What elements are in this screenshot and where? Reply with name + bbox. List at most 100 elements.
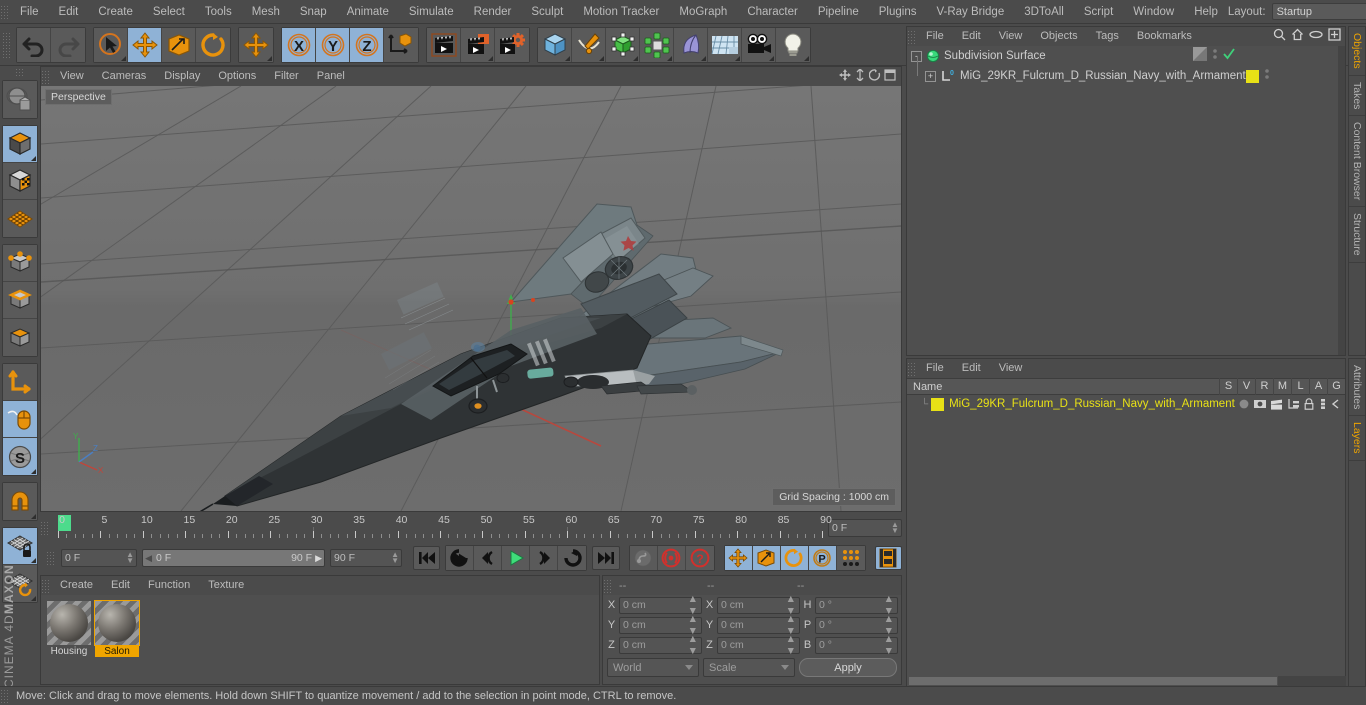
- timeline-grip[interactable]: [40, 520, 50, 535]
- menu-script[interactable]: Script: [1074, 0, 1123, 24]
- range-right-arrow-icon[interactable]: ▶: [315, 553, 322, 564]
- layer-rows[interactable]: └ MiG_29KR_Fulcrum_D_Russian_Navy_with_Ar…: [907, 395, 1345, 413]
- range-left-arrow-icon[interactable]: ◀: [145, 553, 152, 564]
- key-position-button[interactable]: [724, 546, 753, 570]
- side-tab-objects[interactable]: Objects: [1349, 27, 1365, 76]
- texture-mode-button[interactable]: [3, 163, 37, 200]
- view-icon[interactable]: [1253, 398, 1267, 410]
- viewport-menu-view[interactable]: View: [51, 67, 93, 86]
- animation-icon[interactable]: [1318, 398, 1328, 410]
- key-scale-button[interactable]: [752, 546, 781, 570]
- key-rotation-button[interactable]: [780, 546, 809, 570]
- loop-forward-button[interactable]: [558, 546, 587, 570]
- menu-tools[interactable]: Tools: [195, 0, 242, 24]
- model-mode-button[interactable]: [3, 126, 37, 163]
- add-array-button[interactable]: [640, 27, 674, 62]
- coordinate-field-size-x[interactable]: 0 cm ▲ ▼: [717, 593, 800, 617]
- left-toolbar-grip[interactable]: [15, 68, 25, 78]
- lock-z-axis-button[interactable]: Z: [350, 27, 384, 62]
- menu-sculpt[interactable]: Sculpt: [521, 0, 573, 24]
- add-environment-button[interactable]: [708, 27, 742, 62]
- viewport-menu-filter[interactable]: Filter: [265, 67, 307, 86]
- render-settings-button[interactable]: [495, 27, 529, 62]
- lock-y-axis-button[interactable]: Y: [316, 27, 350, 62]
- playbar-end-frame[interactable]: 90 F ▲ ▼: [330, 549, 403, 567]
- material-menu-texture[interactable]: Texture: [199, 576, 253, 595]
- object-menu-tags[interactable]: Tags: [1087, 27, 1128, 46]
- polygons-mode-button[interactable]: [3, 319, 37, 356]
- layer-menu-file[interactable]: File: [917, 359, 953, 378]
- apply-button[interactable]: Apply: [799, 658, 897, 677]
- key-point-level-button[interactable]: [836, 546, 865, 570]
- menu-help[interactable]: Help: [1184, 0, 1228, 24]
- autokeying-button[interactable]: ?: [685, 546, 714, 570]
- add-camera-button[interactable]: [742, 27, 776, 62]
- points-mode-button[interactable]: [3, 245, 37, 282]
- layer-column-r[interactable]: R: [1255, 378, 1273, 395]
- viewport-menu-options[interactable]: Options: [209, 67, 265, 86]
- add-generator-button[interactable]: [606, 27, 640, 62]
- object-menu-objects[interactable]: Objects: [1031, 27, 1086, 46]
- manager-icon[interactable]: [1287, 398, 1300, 410]
- layer-scrollbar-horizontal[interactable]: [908, 676, 1346, 686]
- layer-row[interactable]: └ MiG_29KR_Fulcrum_D_Russian_Navy_with_Ar…: [907, 395, 1345, 413]
- enabled-check-icon[interactable]: [1223, 47, 1235, 65]
- redo-button[interactable]: [51, 27, 85, 62]
- preview-range-slider[interactable]: ◀ 0 F 90 F ▶: [142, 549, 325, 567]
- solo-dot-icon[interactable]: [1238, 398, 1250, 410]
- menu-create[interactable]: Create: [88, 0, 143, 24]
- move-view-icon[interactable]: [839, 68, 851, 86]
- coordinate-field-position-y[interactable]: 0 cm ▲ ▼: [619, 613, 702, 637]
- layer-color-swatch[interactable]: [931, 397, 945, 411]
- render-region-button[interactable]: [461, 27, 495, 62]
- add-deformer-button[interactable]: [674, 27, 708, 62]
- generator-icon[interactable]: [1331, 398, 1341, 410]
- menu-select[interactable]: Select: [143, 0, 195, 24]
- side-tab-content-browser[interactable]: Content Browser: [1349, 116, 1365, 208]
- menu-v-ray-bridge[interactable]: V-Ray Bridge: [926, 0, 1014, 24]
- coordinate-field-size-y[interactable]: 0 cm ▲ ▼: [717, 613, 800, 637]
- add-light-button[interactable]: [776, 27, 810, 62]
- object-material-tag[interactable]: [1245, 69, 1259, 83]
- layer-column-m[interactable]: M: [1273, 378, 1291, 395]
- side-tab-structure[interactable]: Structure: [1349, 207, 1365, 263]
- menu-mograph[interactable]: MoGraph: [669, 0, 737, 24]
- world-object-coords-button[interactable]: [384, 27, 418, 62]
- lock-icon[interactable]: [1303, 398, 1315, 410]
- material-menu-function[interactable]: Function: [139, 576, 199, 595]
- plus-box-icon[interactable]: [1328, 27, 1341, 46]
- null-object-icon[interactable]: 0: [940, 69, 956, 83]
- playbar-grip[interactable]: [46, 551, 56, 565]
- material-grip[interactable]: [41, 578, 51, 593]
- object-display-tag[interactable]: [1193, 46, 1207, 66]
- object-menu-edit[interactable]: Edit: [953, 27, 990, 46]
- menu-motion-tracker[interactable]: Motion Tracker: [573, 0, 669, 24]
- viewport-grip[interactable]: [41, 69, 51, 84]
- layer-column-l[interactable]: L: [1291, 378, 1309, 395]
- menu-mesh[interactable]: Mesh: [242, 0, 290, 24]
- object-menu-file[interactable]: File: [917, 27, 953, 46]
- render-view-button[interactable]: [427, 27, 461, 62]
- object-row[interactable]: -Subdivision Surface: [907, 46, 1345, 66]
- show-timeline-button[interactable]: [874, 546, 903, 570]
- layout-dropdown[interactable]: Startup: [1271, 3, 1366, 20]
- menu-file[interactable]: File: [10, 0, 49, 24]
- material-menu-create[interactable]: Create: [51, 576, 102, 595]
- scale-view-icon[interactable]: [854, 67, 866, 86]
- menu-window[interactable]: Window: [1123, 0, 1184, 24]
- layer-column-g[interactable]: G: [1327, 378, 1345, 395]
- stepper-icon[interactable]: ▲ ▼: [391, 551, 399, 565]
- coordinate-field-position-x[interactable]: 0 cm ▲ ▼: [619, 593, 702, 617]
- record-active-objects-button[interactable]: [657, 546, 686, 570]
- material-menu-edit[interactable]: Edit: [102, 576, 139, 595]
- stepper-icon[interactable]: ▲ ▼: [786, 633, 796, 657]
- visibility-dots-icon[interactable]: [1264, 67, 1270, 86]
- viewport-menu-panel[interactable]: Panel: [308, 67, 354, 86]
- layer-column-name[interactable]: Name: [907, 381, 1219, 393]
- enable-axis-button[interactable]: [3, 364, 37, 401]
- enable-snap-button[interactable]: [3, 483, 37, 520]
- layer-column-a[interactable]: A: [1309, 378, 1327, 395]
- object-menu-view[interactable]: View: [990, 27, 1032, 46]
- render-icon[interactable]: [1270, 398, 1284, 410]
- layer-scrollbar-thumb[interactable]: [908, 676, 1278, 686]
